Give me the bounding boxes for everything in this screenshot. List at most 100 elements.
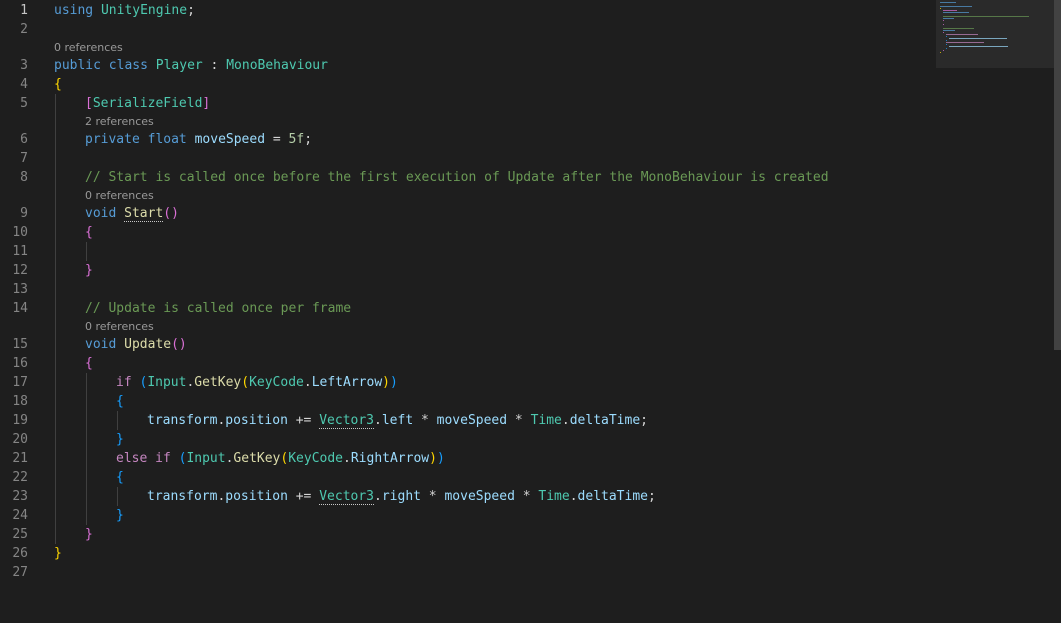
code-token: LeftArrow	[311, 375, 383, 390]
code-token: if	[116, 375, 132, 390]
code-text: {	[85, 354, 93, 373]
code-line[interactable]: 12}	[0, 261, 930, 280]
code-token: transform	[147, 489, 218, 504]
line-number: 27	[12, 565, 28, 580]
code-line[interactable]: 22 {	[0, 468, 930, 487]
code-text: }	[116, 506, 124, 525]
line-number: 22	[12, 470, 28, 485]
code-text: using UnityEngine;	[54, 1, 195, 20]
line-number: 8	[20, 170, 28, 185]
code-token: *	[413, 413, 437, 428]
code-token: {	[85, 225, 93, 240]
code-token: *	[420, 489, 445, 504]
code-line[interactable]: 8 // Start is called once before the firs…	[0, 168, 930, 187]
line-number: 23	[12, 489, 28, 504]
indent-guide	[55, 94, 56, 544]
code-token: ;	[187, 3, 195, 18]
minimap-line	[943, 32, 944, 33]
code-line[interactable]: 27	[0, 563, 930, 582]
code-line[interactable]: 4{	[0, 75, 930, 94]
minimap-line	[940, 2, 957, 3]
code-line[interactable]: 7	[0, 149, 930, 168]
code-line[interactable]: 15 void Update()	[0, 335, 930, 354]
codelens-references[interactable]: 0 references	[54, 40, 123, 56]
minimap-line	[940, 8, 941, 9]
code-token: )	[436, 451, 445, 466]
code-text: transform.position += Vector3.left * mov…	[147, 411, 648, 430]
code-token: KeyCode	[288, 451, 344, 466]
line-number: 16	[12, 356, 28, 371]
code-line[interactable]: 3 public class Player : MonoBehaviour	[0, 56, 930, 75]
minimap-line	[940, 52, 941, 53]
codelens-references[interactable]: 2 references	[85, 114, 154, 130]
code-line[interactable]: 24}	[0, 506, 930, 525]
code-token: position	[225, 413, 288, 428]
code-line[interactable]: 17 if (Input.GetKey(KeyCode.LeftArrow))	[0, 373, 930, 392]
line-number: 17	[12, 375, 28, 390]
minimap-line	[946, 42, 984, 43]
code-line[interactable]: 9 void Start()	[0, 204, 930, 223]
code-text: }	[54, 544, 62, 563]
code-text: {	[85, 223, 93, 242]
code-token: +=	[287, 489, 320, 504]
code-line[interactable]: 10 {	[0, 223, 930, 242]
code-token: }	[54, 546, 62, 561]
code-line[interactable]: 21 else if (Input.GetKey(KeyCode.RightArr…	[0, 449, 930, 468]
code-text: // Start is called once before the first…	[85, 168, 829, 187]
line-number: 2	[20, 22, 28, 37]
code-line[interactable]: 11	[0, 242, 930, 261]
code-editor[interactable]: 1 using UnityEngine; 2 0 references 3 public …	[0, 0, 1061, 623]
code-text: {	[116, 392, 124, 411]
code-line[interactable]: 20}	[0, 430, 930, 449]
line-number: 12	[12, 263, 28, 278]
code-text: void Update()	[85, 335, 187, 354]
line-number: 3	[20, 58, 28, 73]
code-line[interactable]: 5 [SerializeField]	[0, 94, 930, 113]
code-token: left	[381, 413, 414, 428]
minimap-line	[943, 30, 955, 31]
code-token: {	[85, 356, 93, 371]
code-token: .	[374, 413, 382, 428]
code-line[interactable]: 14 // Update is called once per frame	[0, 299, 930, 318]
code-token: Update	[124, 337, 172, 352]
code-line[interactable]: 16 {	[0, 354, 930, 373]
code-token: if	[155, 451, 171, 466]
line-number: 1	[20, 3, 28, 18]
code-token: 5f	[288, 132, 305, 147]
code-line[interactable]: 19 transform.position += Vector3.left * m…	[0, 411, 930, 430]
minimap-line	[949, 38, 1007, 39]
code-token: .	[561, 413, 570, 428]
code-token: Player	[155, 58, 203, 73]
minimap-line	[943, 18, 954, 19]
code-token: Input	[147, 375, 187, 390]
codelens-references[interactable]: 0 references	[85, 319, 154, 335]
minimap-line	[943, 20, 944, 21]
code-text: // Update is called once per frame	[85, 299, 351, 318]
code-line[interactable]: 6 private float moveSpeed = 5f;	[0, 130, 930, 149]
code-token: float	[147, 132, 187, 147]
minimap[interactable]	[936, 0, 1056, 68]
code-line[interactable]: 2	[0, 20, 930, 39]
code-token: =	[265, 132, 289, 147]
code-line[interactable]: 23 transform.position += Vector3.right * …	[0, 487, 930, 506]
code-token: transform	[147, 413, 218, 428]
code-token: deltaTime	[569, 413, 641, 428]
line-number: 5	[20, 96, 28, 111]
line-number: 6	[20, 132, 28, 147]
indent-guide	[117, 411, 118, 430]
code-line[interactable]: 1 using UnityEngine;	[0, 1, 930, 20]
code-line[interactable]: 25}	[0, 525, 930, 544]
codelens-references[interactable]: 0 references	[85, 188, 154, 204]
vertical-scrollbar-thumb[interactable]	[1054, 0, 1061, 350]
code-line[interactable]: 26}	[0, 544, 930, 563]
code-token: *	[514, 489, 539, 504]
code-text: }	[116, 430, 124, 449]
code-line[interactable]: 13	[0, 280, 930, 299]
code-line[interactable]: 18 {	[0, 392, 930, 411]
code-text: else if (Input.GetKey(KeyCode.RightArrow…	[116, 449, 445, 468]
